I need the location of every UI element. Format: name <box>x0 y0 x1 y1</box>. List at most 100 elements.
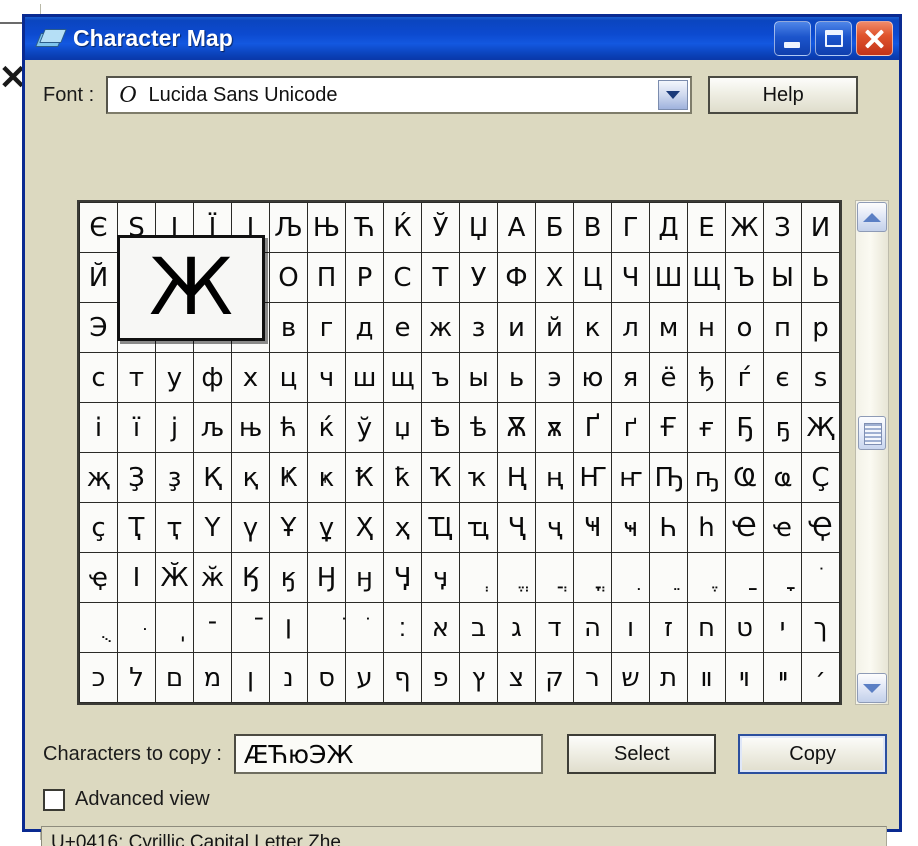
character-cell[interactable]: Э <box>79 302 118 353</box>
character-cell[interactable]: ז <box>649 602 688 653</box>
character-cell[interactable]: ׁ <box>307 602 346 653</box>
character-cell[interactable]: א <box>421 602 460 653</box>
character-cell[interactable]: ַ <box>725 552 764 603</box>
character-cell[interactable]: ִ <box>611 552 650 603</box>
character-cell[interactable]: ׀ <box>269 602 308 653</box>
character-cell[interactable]: ұ <box>307 502 346 553</box>
character-cell[interactable]: ֶ <box>687 552 726 603</box>
character-cell[interactable]: Ҡ <box>421 452 460 503</box>
character-cell[interactable]: Ӄ <box>231 552 270 603</box>
character-cell[interactable]: Ҳ <box>345 502 384 553</box>
character-cell[interactable]: Њ <box>307 202 346 253</box>
character-cell[interactable]: ׂ <box>345 602 384 653</box>
character-cell[interactable]: נ <box>269 652 308 703</box>
character-cell[interactable]: ּ <box>117 602 156 653</box>
character-cell[interactable]: ם <box>155 652 194 703</box>
character-cell[interactable]: Ѣ <box>421 402 460 453</box>
character-cell[interactable]: ֵ <box>649 552 688 603</box>
character-cell[interactable]: פ <box>421 652 460 703</box>
character-cell[interactable]: ф <box>193 352 232 403</box>
character-cell[interactable]: ҧ <box>687 452 726 503</box>
character-cell[interactable]: і <box>79 402 118 453</box>
character-cell[interactable]: ׃ <box>383 602 422 653</box>
character-cell[interactable]: ї <box>117 402 156 453</box>
character-cell[interactable]: ч <box>307 352 346 403</box>
maximize-icon[interactable] <box>815 21 852 56</box>
character-cell[interactable]: Ц <box>573 252 612 303</box>
character-cell[interactable]: Ж <box>725 202 764 253</box>
character-cell[interactable]: ҕ <box>763 402 802 453</box>
character-cell[interactable]: Ќ <box>383 202 422 253</box>
character-cell[interactable]: י <box>763 602 802 653</box>
character-cell[interactable]: њ <box>231 402 270 453</box>
character-cell[interactable]: ד <box>535 602 574 653</box>
character-cell[interactable]: ֳ <box>573 552 612 603</box>
character-cell[interactable]: в <box>269 302 308 353</box>
character-cell[interactable]: ӈ <box>345 552 384 603</box>
character-cell[interactable]: ҷ <box>535 502 574 553</box>
character-cell[interactable]: Є <box>79 202 118 253</box>
character-cell[interactable]: є <box>763 352 802 403</box>
character-cell[interactable]: ҥ <box>611 452 650 503</box>
character-cell[interactable]: Ӌ <box>383 552 422 603</box>
character-cell[interactable]: ֻ <box>79 602 118 653</box>
character-cell[interactable]: Ы <box>763 252 802 303</box>
character-cell[interactable]: Д <box>649 202 688 253</box>
character-cell[interactable]: Ғ <box>649 402 688 453</box>
character-cell[interactable]: ־ <box>193 602 232 653</box>
character-cell[interactable]: ו <box>611 602 650 653</box>
character-cell[interactable]: ё <box>649 352 688 403</box>
character-cell[interactable]: џ <box>383 402 422 453</box>
character-cell[interactable]: Ҿ <box>801 502 840 553</box>
character-cell[interactable]: ю <box>573 352 612 403</box>
character-cell[interactable]: П <box>307 252 346 303</box>
character-cell[interactable]: ר <box>573 652 612 703</box>
character-cell[interactable]: ҩ <box>763 452 802 503</box>
character-cell[interactable]: н <box>687 302 726 353</box>
character-cell[interactable]: Ҥ <box>573 452 612 503</box>
character-cell[interactable]: п <box>763 302 802 353</box>
character-cell[interactable]: ҽ <box>763 502 802 553</box>
character-cell[interactable]: ש <box>611 652 650 703</box>
character-cell[interactable]: ь <box>497 352 536 403</box>
character-cell[interactable]: Ҭ <box>117 502 156 553</box>
character-cell[interactable]: ס <box>307 652 346 703</box>
character-cell[interactable]: Й <box>79 252 118 303</box>
characters-to-copy-input[interactable]: ÆЋюЭЖ <box>233 734 544 774</box>
character-cell[interactable]: Б <box>535 202 574 253</box>
chevron-down-icon[interactable] <box>658 80 689 110</box>
character-cell[interactable]: Ҕ <box>725 402 764 453</box>
character-cell[interactable]: й <box>535 302 574 353</box>
character-cell[interactable]: Ң <box>497 452 536 503</box>
character-cell[interactable]: с <box>79 352 118 403</box>
character-cell[interactable]: ы <box>459 352 498 403</box>
character-cell[interactable]: ף <box>383 652 422 703</box>
character-cell[interactable]: Е <box>687 202 726 253</box>
character-cell[interactable]: ב <box>459 602 498 653</box>
character-cell[interactable]: Ҽ <box>725 502 764 553</box>
character-cell[interactable]: Ъ <box>725 252 764 303</box>
scroll-down-arrow-icon[interactable] <box>857 673 887 703</box>
character-cell[interactable]: ת <box>649 652 688 703</box>
character-cell[interactable]: Ш <box>649 252 688 303</box>
character-cell[interactable]: ע <box>345 652 384 703</box>
character-cell[interactable]: Г <box>611 202 650 253</box>
character-cell[interactable]: Ь <box>801 252 840 303</box>
character-cell[interactable]: ט <box>725 602 764 653</box>
character-cell[interactable]: ҫ <box>79 502 118 553</box>
character-cell[interactable]: ң <box>535 452 574 503</box>
character-cell[interactable]: к <box>573 302 612 353</box>
character-cell[interactable]: Ҷ <box>497 502 536 553</box>
character-cell[interactable]: ѫ <box>535 402 574 453</box>
scroll-thumb[interactable] <box>858 416 886 450</box>
character-cell[interactable]: э <box>535 352 574 403</box>
character-cell[interactable]: ғ <box>687 402 726 453</box>
character-cell[interactable]: כ <box>79 652 118 703</box>
character-cell[interactable]: ѓ <box>725 352 764 403</box>
font-combobox[interactable]: O Lucida Sans Unicode <box>106 76 693 114</box>
character-cell[interactable]: ן <box>231 652 270 703</box>
character-cell[interactable]: ײ <box>763 652 802 703</box>
character-grid[interactable]: ЄЅІЇЈЉЊЋЌЎЏАБВГДЕЖЗИЙКЛМНОПРСТУФХЦЧШЩЪЫЬ… <box>77 200 842 705</box>
character-cell[interactable]: ӄ <box>269 552 308 603</box>
character-cell[interactable]: ҹ <box>611 502 650 553</box>
